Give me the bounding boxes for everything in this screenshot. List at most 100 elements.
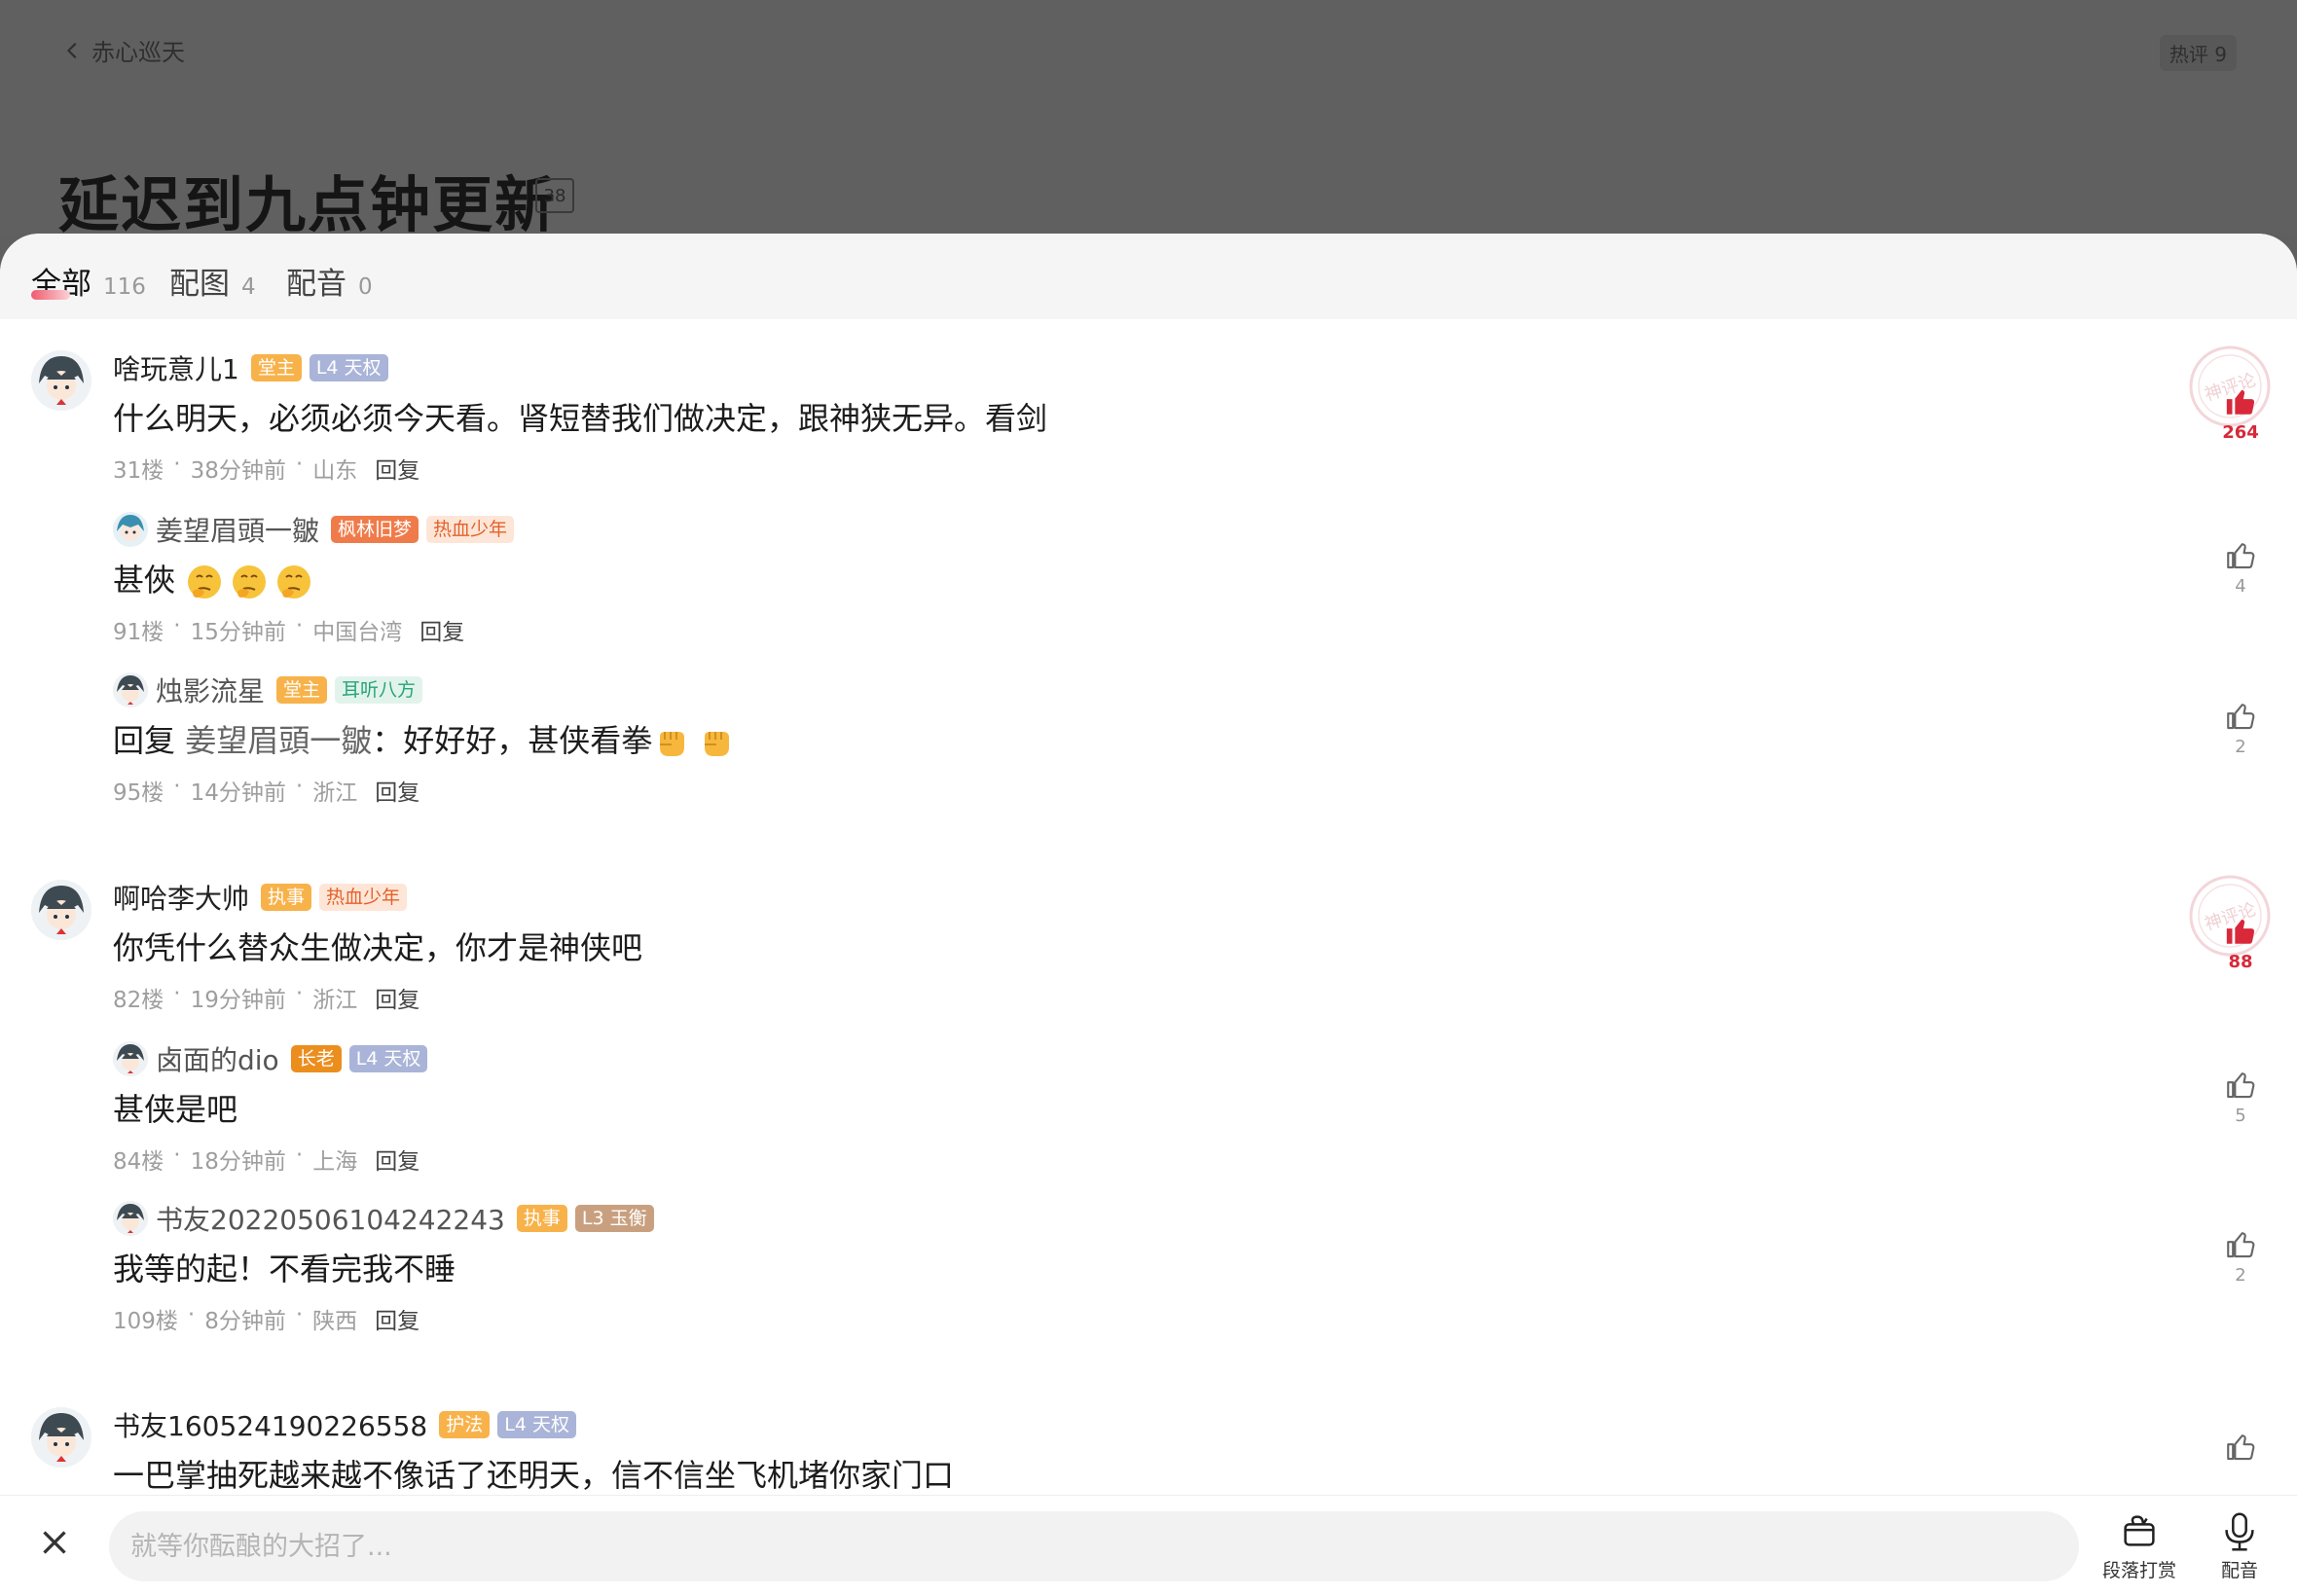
reply-text-content: ：好好好，甚侠看拳	[372, 722, 653, 759]
like-button[interactable]: 4	[2211, 539, 2270, 597]
tab-label: 配音	[286, 267, 346, 302]
role-badge: 执事	[516, 1205, 567, 1232]
tab-images[interactable]: 配图 4	[169, 259, 256, 303]
like-button[interactable]: 264	[2211, 385, 2270, 443]
back-button[interactable]: 赤心巡天	[62, 33, 185, 67]
reply-meta: 95楼 · 14分钟前 · 浙江 回复	[113, 774, 420, 807]
comment-text: 一巴掌抽死越来越不像话了还明天，信不信坐飞机堵你家门口	[113, 1457, 955, 1494]
comment-input[interactable]	[109, 1511, 2079, 1581]
reply-author[interactable]: 烛影流星	[156, 671, 265, 709]
like-count: 5	[2235, 1106, 2246, 1126]
like-button[interactable]: 2	[2211, 1228, 2270, 1286]
reply-location: 陕西	[312, 1309, 358, 1334]
reply-button[interactable]: 回复	[375, 1143, 419, 1176]
hot-comments-badge[interactable]: 热评 9	[2159, 35, 2237, 71]
reply-button[interactable]: 回复	[375, 1302, 419, 1335]
tab-count: 4	[241, 274, 256, 300]
reply-author[interactable]: 书友20220506104242243	[156, 1199, 505, 1238]
fan-badge: 耳听八方	[335, 676, 423, 704]
reply-floor: 91楼	[113, 620, 164, 645]
comment-meta: 31楼 · 38分钟前 · 山东 回复	[113, 452, 420, 485]
comment-tabs: 全部 116 配图 4 配音 0	[0, 234, 2297, 319]
reply-button[interactable]: 回复	[375, 774, 419, 807]
reply-meta: 91楼 · 15分钟前 · 中国台湾 回复	[113, 613, 465, 646]
role-badge: 执事	[261, 884, 312, 911]
avatar[interactable]	[113, 672, 148, 707]
like-button[interactable]: 2	[2211, 700, 2270, 757]
avatar[interactable]	[113, 1201, 148, 1236]
reply: 卤面的dio 长老 L4 天权 甚侠是吧 84楼 · 18分钟前 · 上海 回复	[113, 1039, 428, 1176]
reply-floor: 95楼	[113, 780, 164, 806]
comment-input-bar: 段落打赏 配音	[0, 1495, 2297, 1596]
comment-author[interactable]: 书友160524190226558	[113, 1405, 427, 1444]
mention-link[interactable]: 姜望眉頭一皺	[185, 722, 372, 759]
like-count: 2	[2235, 737, 2246, 757]
role-badge: 长老	[290, 1045, 342, 1072]
chapter-comment-count: 38	[535, 178, 574, 213]
comment-location: 浙江	[312, 988, 358, 1013]
avatar-icon	[31, 350, 91, 411]
thumbs-up-filled-icon	[2226, 389, 2255, 415]
tab-audio[interactable]: 配音 0	[286, 259, 373, 303]
comment-text: 什么明天，必须必须今天看。肾短替我们做决定，跟神狭无异。看剑	[113, 400, 1048, 437]
level-badge: L4 天权	[497, 1411, 576, 1438]
like-count: 264	[2222, 422, 2259, 443]
dub-label: 配音	[2220, 1560, 2258, 1581]
level-badge: L3 玉衡	[574, 1205, 654, 1232]
avatar[interactable]	[113, 1041, 148, 1076]
comment-floor: 31楼	[113, 458, 164, 484]
chevron-left-icon	[66, 42, 77, 58]
comment: 书友160524190226558 护法 L4 天权 一巴掌抽死越来越不像话了还…	[113, 1407, 954, 1497]
like-button[interactable]: 5	[2211, 1069, 2270, 1126]
reply-time: 18分钟前	[190, 1149, 286, 1175]
avatar-icon	[31, 880, 91, 940]
avatar[interactable]	[113, 512, 148, 547]
avatar[interactable]	[31, 880, 91, 940]
active-tab-indicator	[31, 290, 70, 300]
reply-text: 回复 姜望眉頭一皺：好好好，甚侠看拳	[113, 719, 742, 762]
thinking-emoji-icon	[233, 565, 267, 598]
reply-text: 甚侠是吧	[113, 1091, 238, 1128]
reward-label: 段落打赏	[2102, 1560, 2177, 1581]
role-badge: 护法	[439, 1411, 491, 1438]
reply-meta: 109楼 · 8分钟前 · 陕西 回复	[113, 1302, 420, 1335]
microphone-icon	[2225, 1512, 2254, 1551]
thumbs-up-icon	[2227, 1072, 2255, 1099]
reply: 书友20220506104242243 执事 L3 玉衡 我等的起！不看完我不睡…	[113, 1201, 654, 1335]
reply-text: 我等的起！不看完我不睡	[113, 1251, 456, 1288]
comment-author[interactable]: 啊哈李大帅	[113, 878, 249, 917]
comment-location: 山东	[312, 458, 358, 484]
paragraph-reward-button[interactable]: 段落打赏	[2102, 1509, 2176, 1582]
reply-text-content: 甚俠	[113, 562, 176, 598]
thinking-emoji-icon	[188, 565, 222, 598]
fist-emoji-icon	[705, 732, 730, 756]
reply-text: 甚俠	[113, 559, 514, 601]
reply-button[interactable]: 回复	[375, 981, 419, 1014]
comment-time: 19分钟前	[190, 988, 286, 1013]
reply-author[interactable]: 卤面的dio	[156, 1039, 279, 1078]
comment-floor: 82楼	[113, 988, 164, 1013]
comment: 啥玩意儿1 堂主 L4 天权 什么明天，必须必须今天看。肾短替我们做决定，跟神狭…	[113, 350, 1047, 485]
dub-button[interactable]: 配音	[2217, 1509, 2262, 1582]
avatar-icon	[31, 1407, 91, 1468]
app-screen: 赤心巡天 热评 9 延迟到九点钟更新 38 全部 116 配图 4 配音 0 啥…	[0, 0, 2297, 1596]
like-button[interactable]	[2211, 1431, 2270, 1464]
reply-button[interactable]: 回复	[375, 452, 419, 485]
like-count: 2	[2235, 1265, 2246, 1286]
close-icon[interactable]	[37, 1525, 72, 1560]
reply-author[interactable]: 姜望眉頭一皺	[156, 510, 319, 549]
avatar[interactable]	[31, 350, 91, 411]
chapter-title: 延迟到九点钟更新	[58, 169, 558, 240]
reply-time: 8分钟前	[204, 1309, 286, 1334]
reply-time: 14分钟前	[190, 780, 286, 806]
back-label: 赤心巡天	[91, 39, 185, 66]
reply-floor: 109楼	[113, 1309, 178, 1334]
thumbs-up-icon	[2227, 704, 2255, 730]
reply-button[interactable]: 回复	[419, 613, 464, 646]
comment-author[interactable]: 啥玩意儿1	[113, 348, 239, 387]
avatar[interactable]	[31, 1407, 91, 1468]
comment-meta: 82楼 · 19分钟前 · 浙江 回复	[113, 981, 420, 1014]
reply-time: 15分钟前	[190, 620, 286, 645]
tab-count: 116	[103, 274, 146, 300]
like-button[interactable]: 88	[2211, 915, 2270, 972]
